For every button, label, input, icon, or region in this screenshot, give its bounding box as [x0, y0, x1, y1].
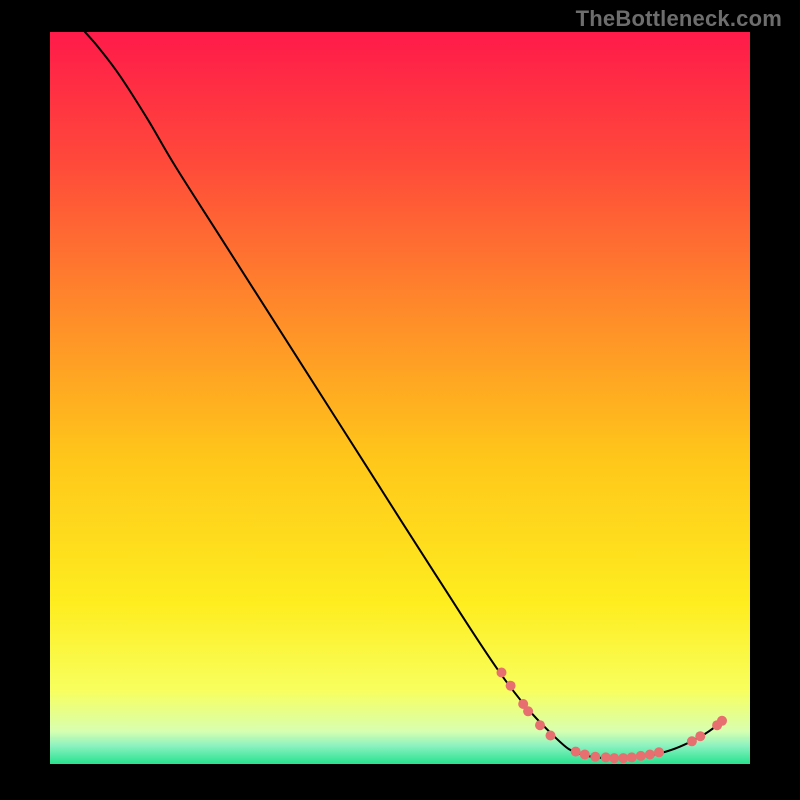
scatter-dot [571, 747, 581, 757]
scatter-dot [580, 750, 590, 760]
scatter-dot [590, 752, 600, 762]
scatter-dot [523, 706, 533, 716]
curve-layer [50, 32, 750, 764]
scatter-dot [687, 736, 697, 746]
scatter-dot [546, 731, 556, 741]
curve-line [85, 32, 722, 758]
plot-area [50, 32, 750, 764]
scatter-dot [695, 731, 705, 741]
scatter-dot [654, 747, 664, 757]
scatter-dot [636, 751, 646, 761]
watermark-text: TheBottleneck.com [576, 6, 782, 32]
scatter-dot [717, 716, 727, 726]
scatter-dot [497, 668, 507, 678]
scatter-dot [506, 681, 516, 691]
scatter-dot [645, 750, 655, 760]
scatter-dot [535, 720, 545, 730]
scatter-dots [497, 668, 728, 764]
scatter-dot [627, 752, 637, 762]
scatter-dot [609, 753, 619, 763]
chart-wrapper: TheBottleneck.com [0, 0, 800, 800]
